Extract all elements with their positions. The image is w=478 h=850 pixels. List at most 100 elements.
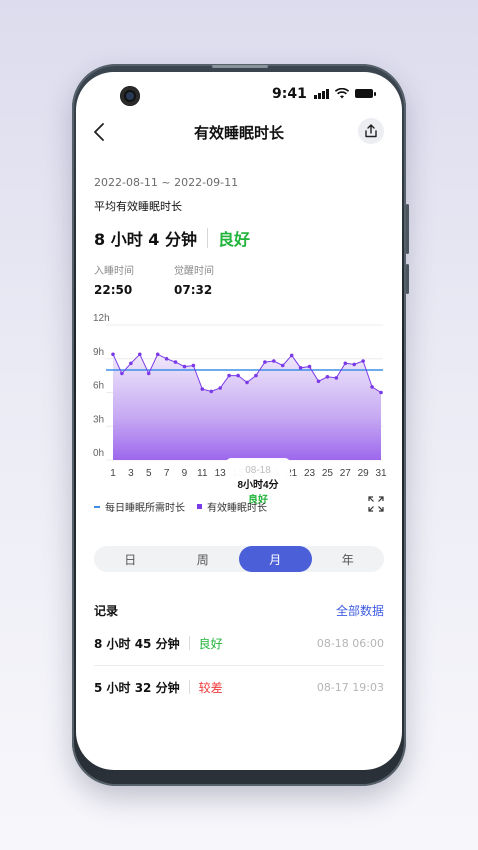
y-tick-label: 6h bbox=[93, 381, 104, 392]
wake-time-block: 觉醒时间 07:32 bbox=[174, 262, 214, 297]
data-point bbox=[173, 360, 178, 364]
y-tick-label: 3h bbox=[93, 414, 104, 425]
data-point bbox=[218, 386, 222, 390]
data-point bbox=[370, 385, 374, 389]
sleep-time-label: 入睡时间 bbox=[94, 266, 134, 277]
x-tick-label: 25 bbox=[322, 468, 334, 479]
data-point bbox=[298, 366, 303, 370]
data-point bbox=[289, 353, 294, 358]
x-tick-label: 29 bbox=[358, 468, 370, 479]
data-point bbox=[209, 389, 214, 394]
data-point bbox=[263, 360, 267, 364]
power-button bbox=[406, 264, 409, 294]
sleep-time-value: 22:50 bbox=[94, 283, 133, 297]
record-time: 08-17 19:03 bbox=[316, 680, 384, 694]
data-point bbox=[325, 375, 330, 379]
chart-legend: 每日睡眠所需时长 有效睡眠时长 bbox=[94, 499, 267, 514]
x-tick-label: 9 bbox=[182, 468, 188, 479]
record-rating: 良好 bbox=[198, 636, 223, 651]
data-point bbox=[307, 364, 312, 369]
record-rating: 较差 bbox=[198, 680, 223, 695]
record-row[interactable]: 5 小时 32 分钟 较差 08-17 19:03 bbox=[94, 665, 384, 709]
x-tick-label: 1 bbox=[110, 468, 116, 479]
legend-reference-label: 每日睡眠所需时长 bbox=[105, 503, 185, 514]
data-point bbox=[111, 352, 115, 357]
wifi-icon bbox=[335, 88, 349, 99]
expand-icon bbox=[368, 496, 384, 512]
data-point bbox=[120, 371, 124, 376]
data-point bbox=[138, 352, 142, 357]
y-tick-label: 0h bbox=[93, 448, 104, 459]
x-tick-label: 7 bbox=[164, 468, 170, 479]
tab-week[interactable]: 周 bbox=[167, 546, 240, 572]
signal-icon bbox=[314, 88, 329, 99]
record-divider bbox=[188, 680, 190, 694]
y-tick-label: 12h bbox=[93, 313, 110, 324]
x-tick-label: 31 bbox=[375, 468, 387, 479]
tab-month[interactable]: 月 bbox=[239, 546, 312, 572]
battery-icon bbox=[355, 89, 376, 98]
data-point bbox=[316, 379, 321, 384]
all-data-link[interactable]: 全部数据 bbox=[336, 602, 384, 619]
date-range: 2022-08-11 ~ 2022-09-11 bbox=[94, 176, 239, 189]
period-selector: 日 周 月 年 bbox=[94, 546, 384, 572]
x-tick-label: 27 bbox=[340, 468, 352, 479]
data-point bbox=[164, 357, 169, 361]
phone-speaker bbox=[212, 65, 268, 68]
tooltip-date: 08-18 bbox=[245, 465, 271, 476]
record-row[interactable]: 8 小时 45 分钟 良好 08-18 06:00 bbox=[94, 621, 384, 665]
wake-time-value: 07:32 bbox=[174, 283, 213, 297]
data-point bbox=[272, 359, 276, 363]
share-icon bbox=[365, 124, 377, 138]
record-time: 08-18 06:00 bbox=[316, 636, 384, 650]
avg-summary: 8 小时 4 分钟 良好 bbox=[94, 226, 250, 250]
volume-button bbox=[406, 204, 409, 254]
data-point bbox=[254, 373, 258, 378]
app-screen: 9:41 有效睡眠时长 2022-08-11 ~ 2022-09-11 平均有效… bbox=[76, 72, 402, 770]
avg-rating: 良好 bbox=[217, 230, 250, 249]
data-point bbox=[379, 390, 383, 395]
x-tick-label: 11 bbox=[197, 468, 208, 479]
x-tick-label: 3 bbox=[128, 468, 134, 479]
avg-divider bbox=[206, 228, 208, 248]
record-duration: 8 小时 45 分钟 bbox=[94, 636, 180, 651]
data-point bbox=[146, 371, 151, 376]
data-point bbox=[245, 380, 249, 385]
legend-reference-swatch bbox=[94, 505, 100, 508]
avg-label: 平均有效睡眠时长 bbox=[94, 200, 182, 213]
sleep-chart[interactable]: 12h9h6h3h0h13579111315171921232527293108… bbox=[76, 312, 402, 512]
data-point bbox=[352, 362, 357, 367]
legend-series-label: 有效睡眠时长 bbox=[207, 503, 267, 514]
data-point bbox=[191, 363, 196, 368]
front-camera bbox=[120, 86, 140, 106]
avg-value: 8 小时 4 分钟 bbox=[94, 230, 197, 249]
y-tick-label: 9h bbox=[93, 347, 104, 358]
share-button[interactable] bbox=[358, 118, 384, 144]
data-point bbox=[280, 363, 285, 368]
data-point bbox=[227, 373, 231, 378]
x-tick-label: 13 bbox=[215, 468, 227, 479]
sleep-time-block: 入睡时间 22:50 bbox=[94, 262, 134, 297]
legend-series-swatch bbox=[197, 504, 202, 509]
data-point bbox=[155, 352, 160, 357]
record-divider bbox=[188, 636, 190, 650]
x-tick-label: 23 bbox=[304, 468, 316, 479]
data-point bbox=[343, 361, 348, 366]
tab-year[interactable]: 年 bbox=[312, 546, 385, 572]
status-icons bbox=[314, 88, 376, 99]
wake-time-label: 觉醒时间 bbox=[174, 266, 214, 277]
status-time: 9:41 bbox=[272, 86, 307, 102]
data-point bbox=[182, 364, 187, 369]
data-point bbox=[361, 359, 365, 363]
x-tick-label: 5 bbox=[146, 468, 152, 479]
data-point bbox=[200, 387, 205, 391]
data-point bbox=[236, 373, 240, 378]
expand-chart-button[interactable] bbox=[368, 496, 384, 512]
tooltip-value: 8小时4分 bbox=[237, 478, 278, 491]
page-title: 有效睡眠时长 bbox=[193, 124, 284, 142]
tab-day[interactable]: 日 bbox=[94, 546, 167, 572]
record-duration: 5 小时 32 分钟 bbox=[94, 680, 180, 695]
data-point bbox=[129, 361, 133, 366]
data-point bbox=[334, 376, 339, 380]
records-title: 记录 bbox=[94, 604, 119, 618]
